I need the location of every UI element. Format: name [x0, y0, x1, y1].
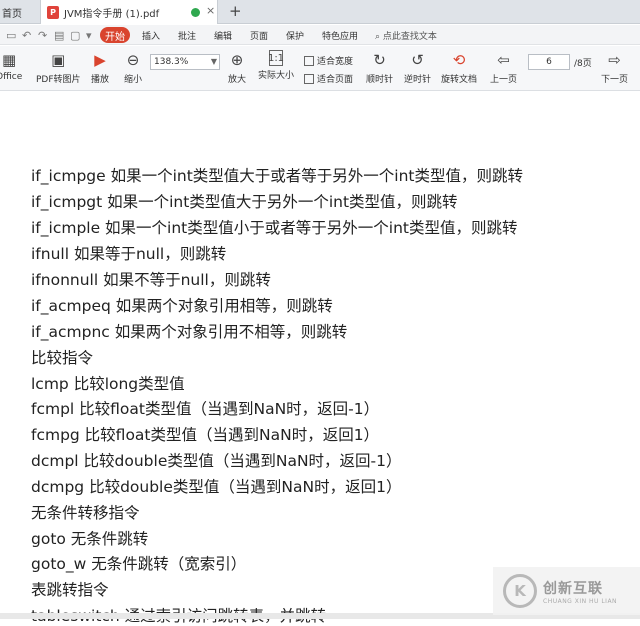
fit-page-label: 适合页面 [317, 75, 354, 85]
play-button[interactable]: ▶ 播放 [90, 50, 110, 85]
office-button[interactable]: ▦ Office [0, 50, 22, 82]
zoom-value: 138.3% [154, 57, 189, 67]
page-number-input[interactable]: 6 [528, 54, 570, 70]
office-label: Office [0, 72, 23, 82]
rotate-cw-button[interactable]: ↻ 顺时针 [366, 50, 393, 85]
doc-line: goto_w 无条件跳转（宽索引） [31, 555, 247, 573]
actual-size-button[interactable]: 1:1 实际大小 [258, 50, 294, 81]
doc-line: if_icmple 如果一个int类型值小于或者等于另外一个int类型值，则跳转 [31, 219, 518, 237]
rotate-ccw-label: 逆时针 [404, 75, 432, 85]
redo-icon[interactable]: ↷ [38, 29, 47, 42]
menu-bar: ▭ ↶ ↷ ▤ ▢ ▾ 开始 插入 批注 编辑 页面 保护 特色应用 ⌕ 点此查… [0, 25, 640, 45]
document-page: if_icmpge 如果一个int类型值大于或者等于另外一个int类型值，则跳转… [0, 92, 640, 625]
tab-home-label: 首页 [2, 8, 22, 20]
doc-heading: 表跳转指令 [31, 581, 109, 599]
pdf-file-icon: P [47, 5, 59, 19]
doc-line: dcmpg 比较double类型值（当遇到NaN时，返回1） [31, 478, 402, 496]
dropdown-icon[interactable]: ▾ [86, 29, 92, 42]
close-tab-icon[interactable]: × [206, 4, 215, 17]
fit-width-label: 适合宽度 [317, 57, 354, 67]
sync-status-icon [191, 8, 200, 17]
rotate-document-icon: ⟲ [452, 51, 466, 69]
image-convert-icon: ▣ [51, 51, 66, 69]
search-label: 点此查找文本 [382, 32, 437, 42]
arrow-right-icon: ⇨ [608, 51, 621, 69]
watermark-pinyin: CHUANG XIN HU LIAN [543, 597, 618, 605]
print-icon[interactable]: ▤ [54, 29, 64, 42]
menu-annotate[interactable]: 批注 [178, 29, 196, 42]
prev-page-button[interactable]: ⇦ 上一页 [490, 50, 517, 85]
actual-size-icon: 1:1 [268, 50, 284, 66]
watermark-symbol-icon: K [503, 574, 537, 608]
save-icon[interactable]: ▭ [6, 29, 16, 42]
menu-edit[interactable]: 编辑 [214, 29, 232, 42]
rotate-ccw-button[interactable]: ↺ 逆时针 [404, 50, 431, 85]
doc-line: if_acmpnc 如果两个对象引用不相等，则跳转 [31, 323, 348, 341]
play-icon: ▶ [94, 51, 106, 69]
tab-home[interactable]: 首页 [0, 0, 34, 24]
prev-page-label: 上一页 [490, 75, 518, 85]
doc-line: if_icmpgt 如果一个int类型值大于另外一个int类型值，则跳转 [31, 193, 458, 211]
arrow-left-icon: ⇦ [497, 51, 510, 69]
menu-insert[interactable]: 插入 [142, 29, 160, 42]
doc-line: fcmpg 比较float类型值（当遇到NaN时，返回1） [31, 426, 380, 444]
page-total: /8页 [574, 59, 592, 69]
doc-heading: 无条件转移指令 [31, 504, 140, 522]
fit-page-button[interactable]: 适合页面 [304, 72, 353, 85]
zoom-out-button[interactable]: ⊖ 缩小 [123, 50, 143, 85]
zoom-in-icon: ⊕ [230, 51, 244, 69]
rotate-cw-label: 顺时针 [366, 75, 394, 85]
menu-protect[interactable]: 保护 [286, 29, 304, 42]
tab-bar: 首页 P JVM指令手册 (1).pdf × + [0, 0, 640, 24]
doc-line: ifnonnull 如果不等于null，则跳转 [31, 271, 271, 289]
fit-width-icon [304, 55, 314, 66]
doc-line: lcmp 比较long类型值 [31, 375, 185, 393]
doc-line: if_acmpeq 如果两个对象引用相等，则跳转 [31, 297, 333, 315]
rotate-ccw-icon: ↺ [411, 51, 424, 69]
toolbar: ▦ Office ▣ PDF转图片 ▶ 播放 ⊖ 缩小 138.3% ▼ ⊕ 放… [0, 46, 640, 91]
tab-active-document[interactable]: P JVM指令手册 (1).pdf × [40, 0, 218, 24]
rotate-document-button[interactable]: ⟲ 旋转文档 [441, 50, 477, 85]
pdf-to-image-label: PDF转图片 [36, 75, 81, 85]
undo-icon[interactable]: ↶ [22, 29, 31, 42]
next-page-button[interactable]: ⇨ 下一页 [601, 50, 628, 85]
fit-page-icon [304, 73, 314, 84]
zoom-in-button[interactable]: ⊕ 放大 [227, 50, 247, 85]
new-tab-button[interactable]: + [229, 2, 242, 20]
tab-title: JVM指令手册 (1).pdf [64, 8, 160, 20]
doc-line: fcmpl 比较float类型值（当遇到NaN时，返回-1） [31, 400, 380, 418]
doc-line: goto 无条件跳转 [31, 530, 149, 548]
rotate-document-label: 旋转文档 [441, 75, 478, 85]
zoom-out-label: 缩小 [123, 75, 142, 85]
watermark-name: 创新互联 [543, 580, 603, 597]
watermark-text: 创新互联 CHUANG XIN HU LIAN [543, 578, 617, 605]
rotate-cw-icon: ↻ [373, 51, 386, 69]
menu-features[interactable]: 特色应用 [322, 29, 358, 42]
chevron-down-icon: ▼ [210, 57, 217, 66]
zoom-select[interactable]: 138.3% ▼ [150, 54, 220, 70]
actual-size-label: 实际大小 [258, 71, 295, 81]
menu-start[interactable]: 开始 [100, 27, 130, 43]
open-icon[interactable]: ▢ [70, 29, 80, 42]
office-icon: ▦ [2, 51, 17, 69]
doc-line: ifnull 如果等于null，则跳转 [31, 245, 227, 263]
doc-heading: 比较指令 [31, 349, 94, 367]
doc-line: dcmpl 比较double类型值（当遇到NaN时，返回-1） [31, 452, 402, 470]
search-field[interactable]: ⌕ 点此查找文本 [375, 29, 437, 42]
watermark-logo: K 创新互联 CHUANG XIN HU LIAN [493, 567, 640, 615]
play-label: 播放 [90, 75, 109, 85]
fit-width-button[interactable]: 适合宽度 [304, 54, 353, 67]
zoom-in-label: 放大 [227, 75, 246, 85]
doc-line: if_icmpge 如果一个int类型值大于或者等于另外一个int类型值，则跳转 [31, 167, 523, 185]
zoom-out-icon: ⊖ [126, 51, 140, 69]
pdf-to-image-button[interactable]: ▣ PDF转图片 [36, 50, 81, 85]
search-icon: ⌕ [375, 32, 383, 42]
menu-page[interactable]: 页面 [250, 29, 268, 42]
next-page-label: 下一页 [601, 75, 629, 85]
